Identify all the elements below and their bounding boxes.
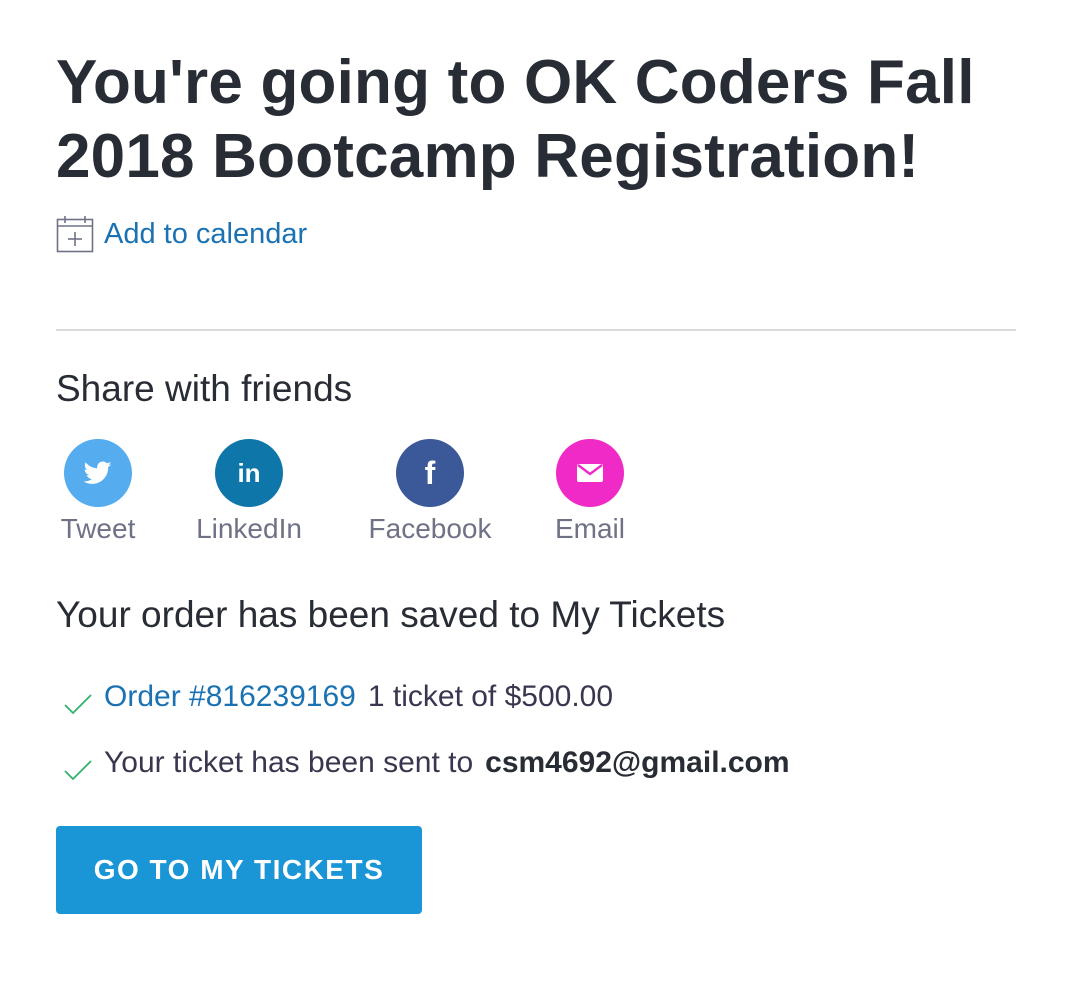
share-email-button[interactable]: Email [550, 439, 630, 545]
order-detail: 1 ticket of $500.00 [367, 680, 614, 713]
share-title: Share with friends [56, 368, 353, 409]
share-facebook-label: Facebook [368, 513, 492, 544]
order-number-link[interactable]: Order #816239169 [104, 680, 356, 714]
go-to-my-tickets-button[interactable]: GO TO MY TICKETS [56, 826, 422, 914]
email-icon[interactable] [556, 439, 624, 507]
checkmark-icon [64, 694, 92, 715]
share-buttons: Tweet in LinkedIn f Facebook Email [56, 439, 756, 549]
share-linkedin-button[interactable]: in LinkedIn [189, 439, 309, 545]
confirmation-page: You're going to OK Coders Fall 2018 Boot… [56, 46, 1016, 914]
add-to-calendar-row[interactable]: Add to calendar [56, 214, 1016, 254]
checkmark-icon [64, 760, 92, 781]
twitter-icon[interactable] [64, 439, 132, 507]
facebook-icon[interactable]: f [396, 439, 464, 507]
ticket-sent-text: Your ticket has been sent to [104, 746, 474, 779]
title-line-2: 2018 Bootcamp Registration! [56, 122, 920, 191]
share-facebook-button[interactable]: f Facebook [360, 439, 500, 545]
page-title: You're going to OK Coders Fall 2018 Boot… [56, 46, 1016, 194]
section-divider [56, 329, 1016, 331]
recipient-email: csm4692@gmail.com [485, 746, 790, 779]
share-tweet-button[interactable]: Tweet [56, 439, 140, 545]
ticket-sent-line: Your ticket has been sent to csm4692@gma… [62, 740, 790, 786]
order-saved-title: Your order has been saved to My Tickets [56, 594, 726, 635]
share-linkedin-label: LinkedIn [196, 513, 302, 544]
add-to-calendar-link[interactable]: Add to calendar [104, 218, 307, 251]
share-email-label: Email [554, 513, 625, 544]
share-tweet-label: Tweet [60, 513, 136, 544]
title-line-1: You're going to OK Coders Fall [56, 48, 975, 117]
calendar-plus-icon[interactable] [56, 215, 94, 253]
linkedin-icon[interactable]: in [215, 439, 283, 507]
order-summary-line: Order #816239169 1 ticket of $500.00 [62, 674, 613, 720]
